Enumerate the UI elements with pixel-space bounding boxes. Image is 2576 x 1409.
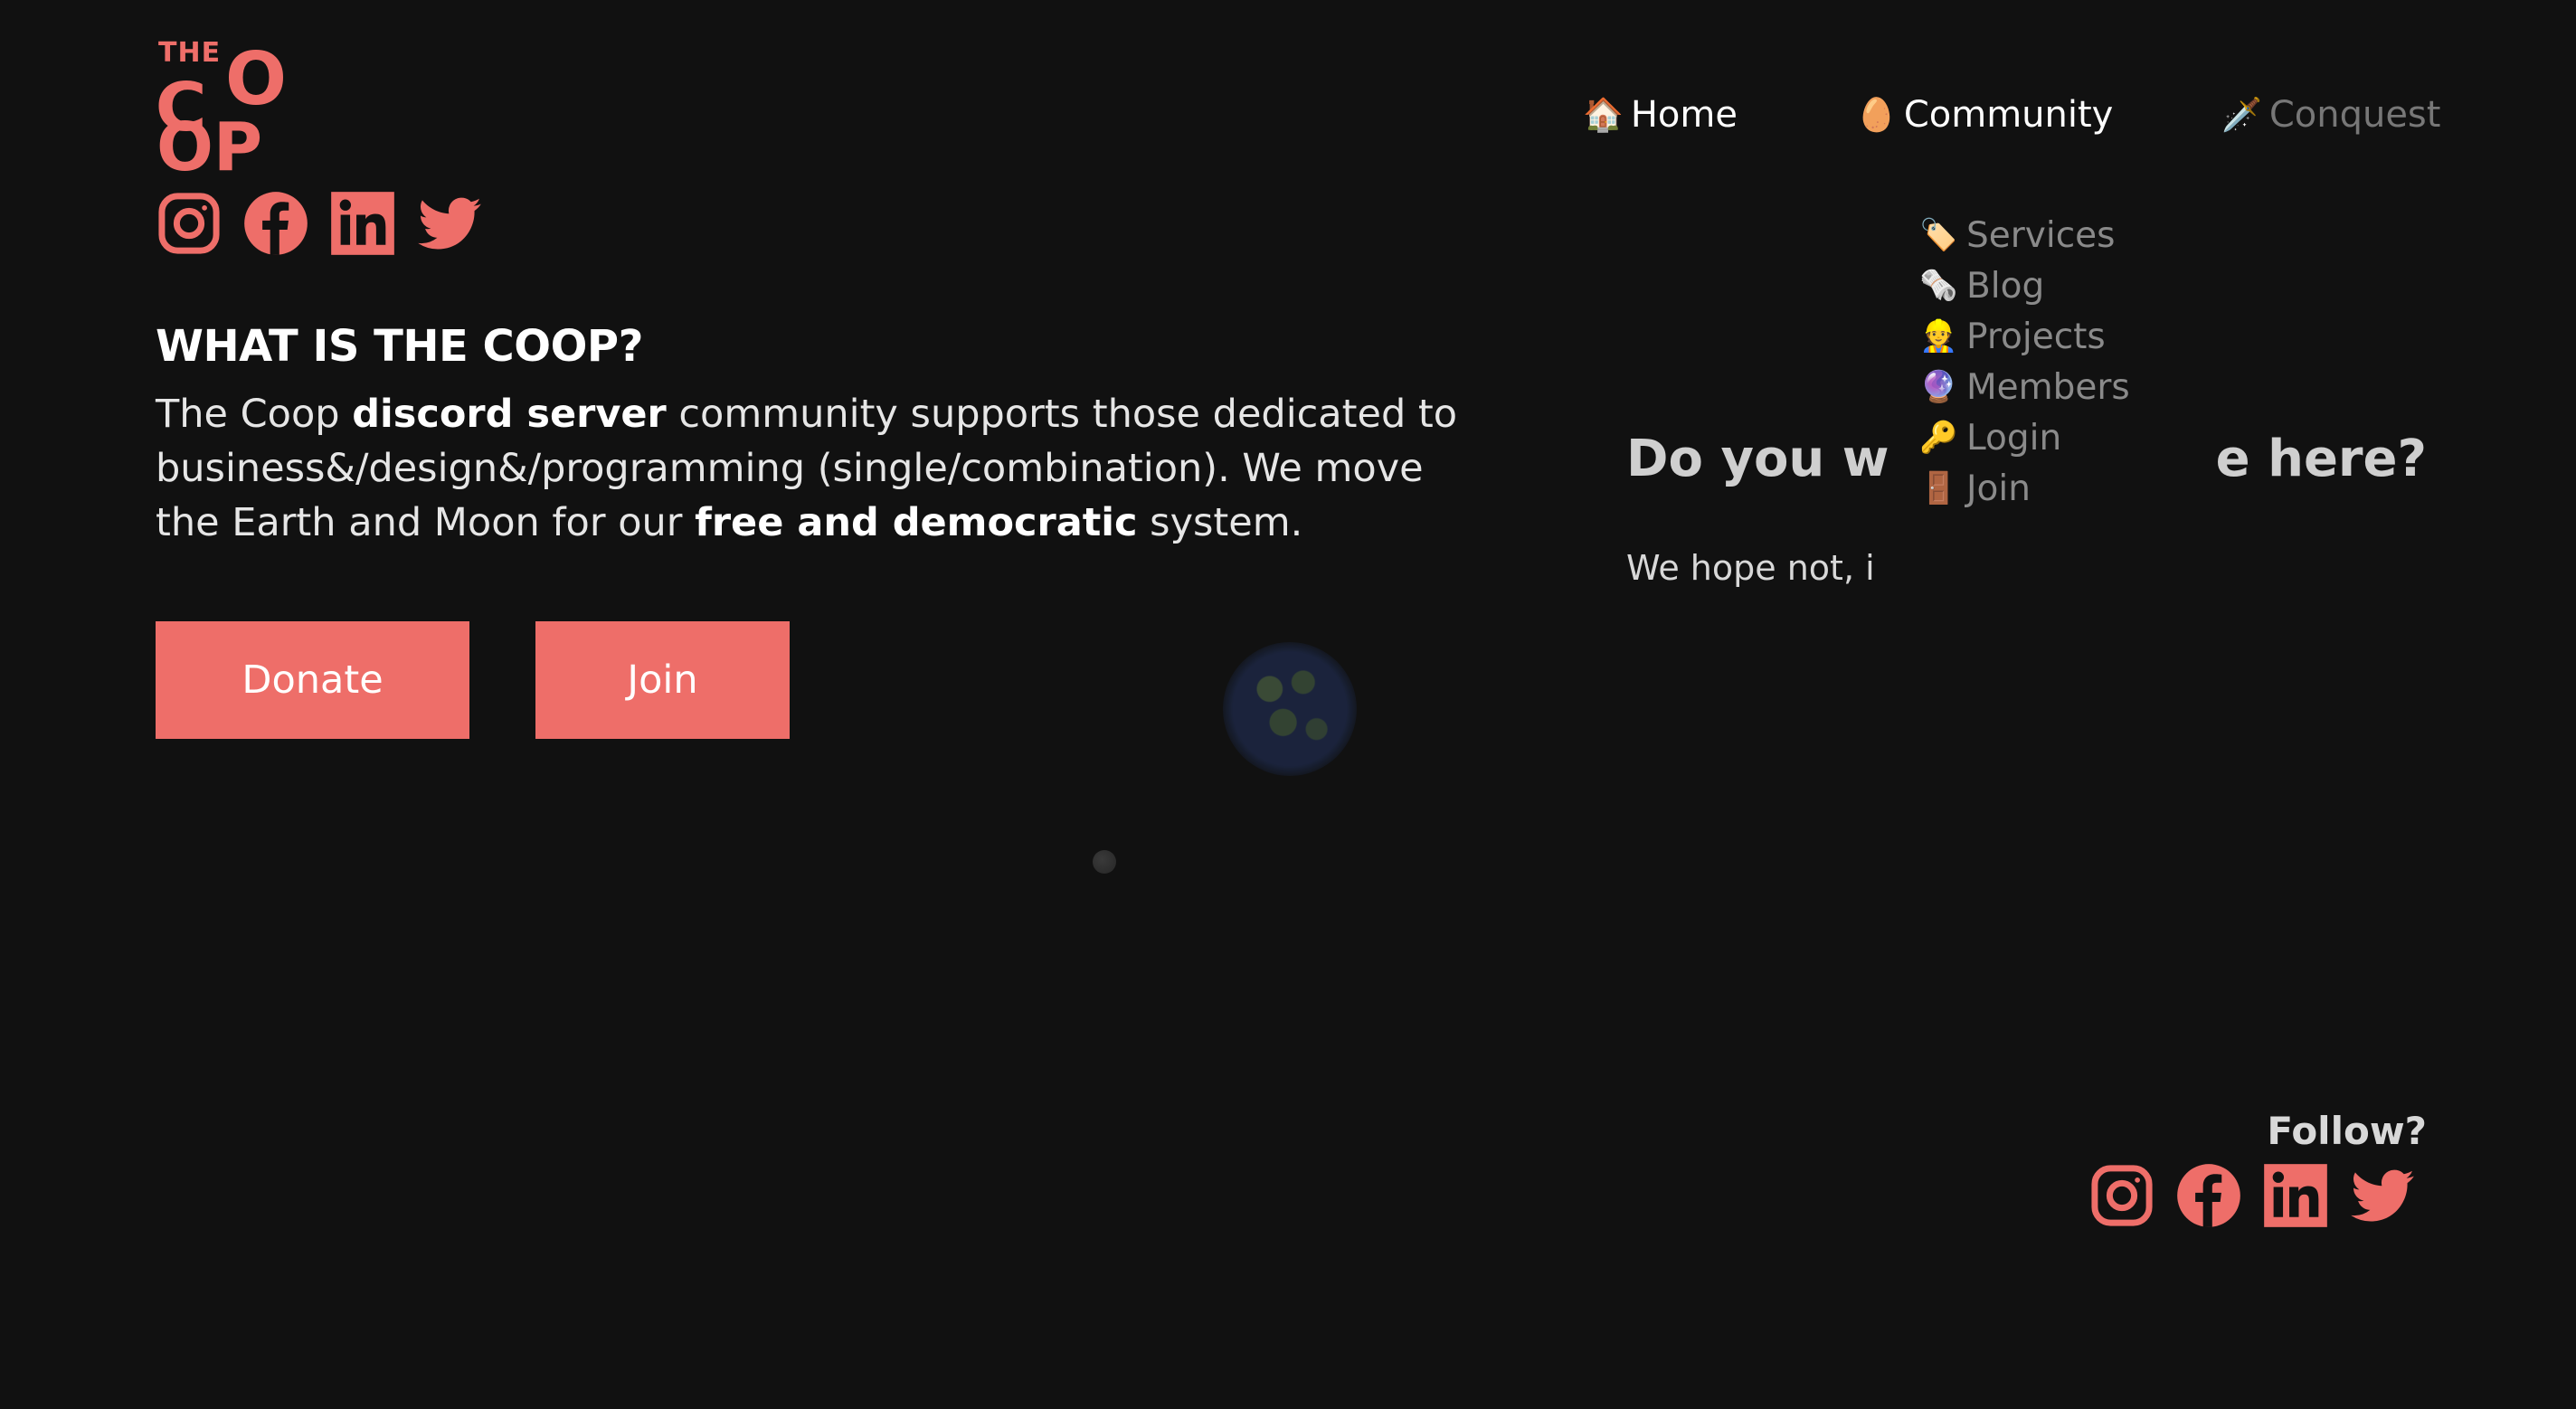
follow-heading: Follow? — [2267, 1109, 2427, 1153]
nav-community[interactable]: 🥚 Community — [1856, 94, 2113, 136]
facebook-icon[interactable] — [242, 189, 310, 258]
nav-conquest-label: Conquest — [2268, 94, 2441, 136]
nav-home-label: Home — [1630, 94, 1738, 136]
logo-o: O — [225, 37, 288, 121]
egg-icon: 🥚 — [1856, 97, 1897, 134]
construction-worker-icon: 👷 — [1919, 318, 1958, 355]
dropdown-item-label: Services — [1966, 214, 2116, 256]
intro-bold-democratic: free and democratic — [695, 500, 1138, 545]
dropdown-item-label: Join — [1966, 468, 2031, 509]
tag-icon: 🏷️ — [1919, 217, 1958, 253]
page: THE O C OP WHAT IS THE COOP? The Coop di… — [0, 0, 2576, 1409]
question-heading-left: Do you w — [1626, 430, 1889, 488]
dropdown-item-services[interactable]: 🏷️ Services — [1919, 210, 2191, 260]
page-heading: WHAT IS THE COOP? — [156, 321, 643, 372]
intro-part-1: The Coop — [156, 392, 353, 437]
twitter-icon[interactable] — [415, 189, 484, 258]
linkedin-icon[interactable] — [328, 189, 397, 258]
dropdown-item-blog[interactable]: 🗞️ Blog — [1919, 260, 2191, 311]
donate-button[interactable]: Donate — [156, 621, 469, 739]
social-links-bottom — [2088, 1161, 2435, 1230]
moon — [1093, 850, 1116, 874]
join-button[interactable]: Join — [535, 621, 790, 739]
nav-home[interactable]: 🏠 Home — [1583, 94, 1738, 136]
question-text: We hope not, i — [1626, 548, 1875, 588]
question-heading-right: e here? — [2215, 430, 2427, 488]
intro-part-3: system. — [1137, 500, 1303, 545]
instagram-icon[interactable] — [2088, 1161, 2156, 1230]
facebook-icon[interactable] — [2174, 1161, 2243, 1230]
dropdown-item-label: Login — [1966, 417, 2062, 459]
linkedin-icon[interactable] — [2261, 1161, 2330, 1230]
coop-logo[interactable]: THE O C OP — [156, 37, 289, 182]
dropdown-item-label: Blog — [1966, 265, 2045, 307]
dropdown-item-projects[interactable]: 👷 Projects — [1919, 311, 2191, 362]
house-icon: 🏠 — [1583, 97, 1624, 134]
logo-the: THE — [158, 37, 222, 69]
instagram-icon[interactable] — [155, 189, 223, 258]
dagger-icon: 🗡️ — [2221, 97, 2262, 134]
dropdown-item-label: Projects — [1966, 316, 2106, 357]
earth-globe — [1223, 642, 1357, 776]
dropdown-item-label: Members — [1966, 366, 2130, 408]
logo-op: OP — [156, 109, 263, 186]
intro-bold-discord: discord server — [352, 392, 667, 437]
door-icon: 🚪 — [1919, 470, 1958, 506]
crystal-ball-icon: 🔮 — [1919, 369, 1958, 405]
nav-community-label: Community — [1903, 94, 2114, 136]
twitter-icon[interactable] — [2348, 1161, 2417, 1230]
key-icon: 🔑 — [1919, 420, 1958, 456]
newspaper-icon: 🗞️ — [1919, 268, 1958, 304]
intro-text: The Coop discord server community suppor… — [156, 387, 1476, 550]
nav-conquest[interactable]: 🗡️ Conquest — [2221, 94, 2440, 136]
dropdown-item-members[interactable]: 🔮 Members — [1919, 362, 2191, 412]
community-dropdown: 🏷️ Services 🗞️ Blog 👷 Projects 🔮 Members… — [1919, 210, 2191, 514]
social-links-top — [155, 189, 502, 258]
dropdown-item-join[interactable]: 🚪 Join — [1919, 463, 2191, 514]
dropdown-item-login[interactable]: 🔑 Login — [1919, 412, 2191, 463]
